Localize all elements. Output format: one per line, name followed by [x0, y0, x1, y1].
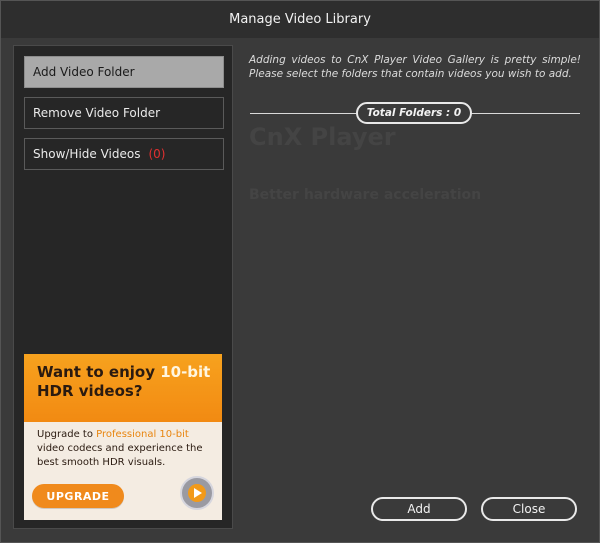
- add-video-folder-button[interactable]: Add Video Folder: [24, 56, 224, 88]
- add-button[interactable]: Add: [371, 497, 467, 521]
- ad-headline-text-2: HDR videos?: [37, 382, 143, 400]
- sidebar: Add Video Folder Remove Video Folder Sho…: [13, 45, 233, 529]
- ad-headline-highlight: 10-bit: [160, 363, 211, 381]
- remove-video-folder-button[interactable]: Remove Video Folder: [24, 97, 224, 129]
- ad-body-text-2: video codecs and experience the best smo…: [37, 443, 203, 468]
- sidebar-item-label: Show/Hide Videos: [33, 147, 141, 161]
- upgrade-button-label: UPGRADE: [46, 489, 110, 503]
- close-button[interactable]: Close: [481, 497, 577, 521]
- ad-body-text: Upgrade to: [37, 429, 97, 440]
- dialog-title: Manage Video Library: [229, 12, 371, 27]
- show-hide-videos-button[interactable]: Show/Hide Videos (0): [24, 138, 224, 170]
- manage-video-library-dialog: Manage Video Library Add Video Folder Re…: [0, 0, 600, 543]
- hidden-count-badge: (0): [148, 147, 166, 161]
- intro-text: Adding videos to CnX Player Video Galler…: [249, 54, 581, 80]
- add-button-label: Add: [407, 502, 431, 516]
- main-panel: CnX Player Better hardware acceleration …: [241, 45, 591, 529]
- total-folders-label: Total Folders : 0: [366, 107, 462, 119]
- ad-headline: Want to enjoy 10-bit HDR videos?: [37, 363, 212, 401]
- sidebar-item-label: Remove Video Folder: [33, 106, 161, 120]
- sidebar-item-label: Add Video Folder: [33, 65, 135, 79]
- play-icon: [180, 476, 214, 510]
- ad-body-highlight: Professional 10-bit: [96, 429, 189, 440]
- total-folders-indicator: Total Folders : 0: [356, 102, 472, 124]
- dialog-titlebar: Manage Video Library: [1, 1, 599, 38]
- upgrade-ad-banner[interactable]: Want to enjoy 10-bit HDR videos? Upgrade…: [24, 354, 222, 520]
- watermark-subtitle: Better hardware acceleration: [249, 187, 482, 203]
- ad-headline-text: Want to enjoy: [37, 363, 161, 381]
- ad-body: Upgrade to Professional 10-bit video cod…: [37, 428, 217, 470]
- close-button-label: Close: [512, 502, 546, 516]
- watermark-title: CnX Player: [249, 123, 396, 151]
- upgrade-button[interactable]: UPGRADE: [32, 484, 124, 508]
